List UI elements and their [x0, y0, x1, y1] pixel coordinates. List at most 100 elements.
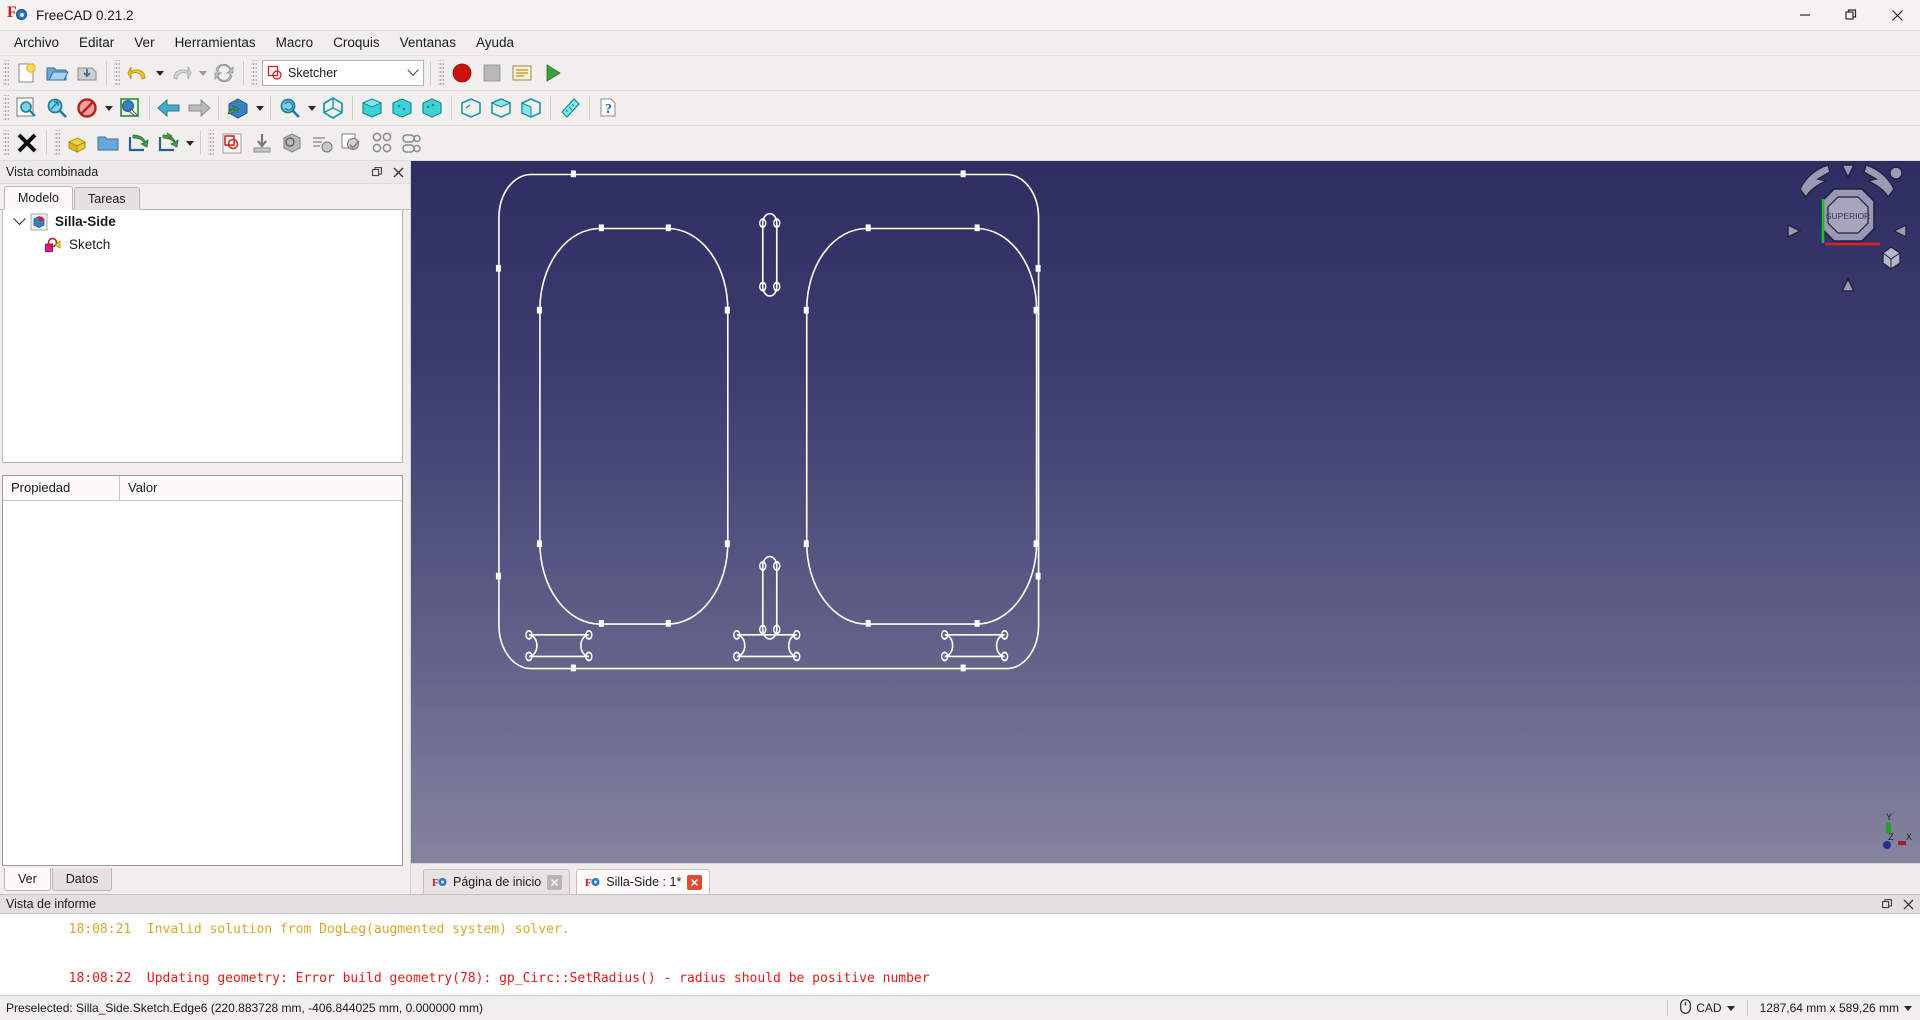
refresh-button[interactable] [209, 58, 239, 88]
menu-ayuda[interactable]: Ayuda [466, 32, 524, 55]
macro-execute-button[interactable] [537, 58, 567, 88]
expand-chevron-icon[interactable] [9, 212, 29, 226]
workbench-selector[interactable]: Sketcher [262, 60, 424, 86]
new-document-button[interactable] [12, 58, 42, 88]
close-icon[interactable] [389, 163, 407, 181]
toolbar-row-3 [0, 126, 1920, 161]
model-tree[interactable]: Silla-Side Sketch [2, 210, 403, 463]
forward-view-button[interactable] [184, 93, 214, 123]
right-view-button[interactable] [417, 93, 447, 123]
chevron-down-icon[interactable] [1726, 1005, 1735, 1011]
menu-ver[interactable]: Ver [124, 32, 164, 55]
clone-button[interactable] [367, 128, 397, 158]
tree-item-label: Sketch [69, 237, 111, 252]
axonometric-dropdown-arrow[interactable] [253, 93, 266, 123]
dimension-indicator[interactable]: 1287,64 mm x 589,26 mm [1756, 1001, 1920, 1015]
panel-splitter[interactable] [0, 463, 410, 475]
property-editor[interactable]: Propiedad Valor [2, 475, 403, 866]
draw-style-dropdown-arrow[interactable] [102, 93, 115, 123]
back-view-button[interactable] [154, 93, 184, 123]
minimize-button[interactable] [1782, 0, 1828, 30]
undo-dropdown-arrow[interactable] [153, 58, 166, 88]
selection-view-button[interactable] [115, 93, 145, 123]
nav-rotate-right [1863, 164, 1895, 199]
viewport-area: SUPERIOR Y X Z F Página de inicio F Sill… [411, 161, 1920, 894]
copy-button[interactable] [397, 128, 427, 158]
bottom-view-button[interactable] [486, 93, 516, 123]
chevron-down-icon[interactable] [403, 69, 423, 77]
close-icon[interactable] [687, 874, 703, 890]
maximize-button[interactable] [1828, 0, 1874, 30]
report-view-body[interactable]: 18:08:21 Invalid solution from DogLeg(au… [0, 914, 1920, 995]
redo-button[interactable] [166, 58, 196, 88]
tab-pagina-de-inicio[interactable]: F Página de inicio [423, 869, 571, 894]
tab-ver[interactable]: Ver [4, 868, 51, 891]
close-icon[interactable] [1899, 895, 1917, 913]
tab-modelo[interactable]: Modelo [4, 186, 73, 210]
toolbar-separator [352, 96, 353, 120]
toolbar-grip[interactable] [208, 130, 214, 156]
property-column-header: Propiedad [3, 476, 120, 500]
save-document-button[interactable] [72, 58, 102, 88]
map-sketch-button[interactable] [123, 128, 153, 158]
chevron-down-icon[interactable] [1904, 1005, 1912, 1011]
reorient-sketch-button[interactable] [153, 128, 183, 158]
3d-viewport[interactable]: SUPERIOR Y X Z [411, 161, 1920, 863]
view-sketch-button[interactable] [93, 128, 123, 158]
value-column-header: Valor [128, 480, 158, 495]
navigation-style-selector[interactable]: CAD [1676, 999, 1738, 1017]
close-button[interactable] [1874, 0, 1920, 30]
outer-profile [499, 175, 1039, 669]
measure-button[interactable] [555, 93, 585, 123]
draw-style-button[interactable] [72, 93, 102, 123]
fit-view-button[interactable] [318, 93, 348, 123]
menu-macro[interactable]: Macro [266, 32, 324, 55]
toolbar-grip[interactable] [114, 60, 120, 86]
macro-record-button[interactable] [447, 58, 477, 88]
tab-datos[interactable]: Datos [51, 868, 113, 891]
sketch-dropdown-arrow[interactable] [183, 128, 196, 158]
axonometric-button[interactable] [223, 93, 253, 123]
close-icon[interactable] [547, 874, 563, 890]
left-view-button[interactable] [516, 93, 546, 123]
fit-all-button[interactable] [12, 93, 42, 123]
navigation-cube[interactable]: SUPERIOR [1782, 161, 1912, 311]
toolbar-grip[interactable] [3, 130, 9, 156]
undo-button[interactable] [123, 58, 153, 88]
zoom-button[interactable] [275, 93, 305, 123]
leave-sketch-button[interactable] [12, 128, 42, 158]
merge-sketch-button[interactable] [247, 128, 277, 158]
macro-edit-button[interactable] [507, 58, 537, 88]
tree-item-sketch[interactable]: Sketch [3, 233, 402, 256]
toolbar-grip[interactable] [3, 60, 9, 86]
toolbar-grip[interactable] [54, 130, 60, 156]
new-sketch-button[interactable] [217, 128, 247, 158]
tab-tareas[interactable]: Tareas [74, 187, 140, 210]
validate-sketch-button[interactable] [307, 128, 337, 158]
top-view-button[interactable] [387, 93, 417, 123]
redo-dropdown-arrow[interactable] [196, 58, 209, 88]
fit-selection-button[interactable] [42, 93, 72, 123]
macro-stop-button[interactable] [477, 58, 507, 88]
menu-archivo[interactable]: Archivo [4, 32, 69, 55]
mirror-sketch-button[interactable] [277, 128, 307, 158]
zoom-dropdown-arrow[interactable] [305, 93, 318, 123]
menu-ventanas[interactable]: Ventanas [390, 32, 466, 55]
toolbar-grip[interactable] [251, 60, 257, 86]
float-icon[interactable] [1878, 895, 1896, 913]
float-icon[interactable] [368, 163, 386, 181]
front-view-button[interactable] [357, 93, 387, 123]
whats-this-button[interactable]: ? [594, 93, 624, 123]
stop-operation-button[interactable] [337, 128, 367, 158]
view-section-button[interactable] [63, 128, 93, 158]
toolbar-separator [243, 61, 244, 85]
rear-view-button[interactable] [456, 93, 486, 123]
toolbar-grip[interactable] [438, 60, 444, 86]
tab-silla-side[interactable]: F Silla-Side : 1* [576, 869, 711, 894]
toolbar-grip[interactable] [3, 95, 9, 121]
open-document-button[interactable] [42, 58, 72, 88]
tree-item-silla-side[interactable]: Silla-Side [3, 210, 402, 233]
menu-herramientas[interactable]: Herramientas [165, 32, 266, 55]
menu-editar[interactable]: Editar [69, 32, 124, 55]
menu-croquis[interactable]: Croquis [323, 32, 390, 55]
